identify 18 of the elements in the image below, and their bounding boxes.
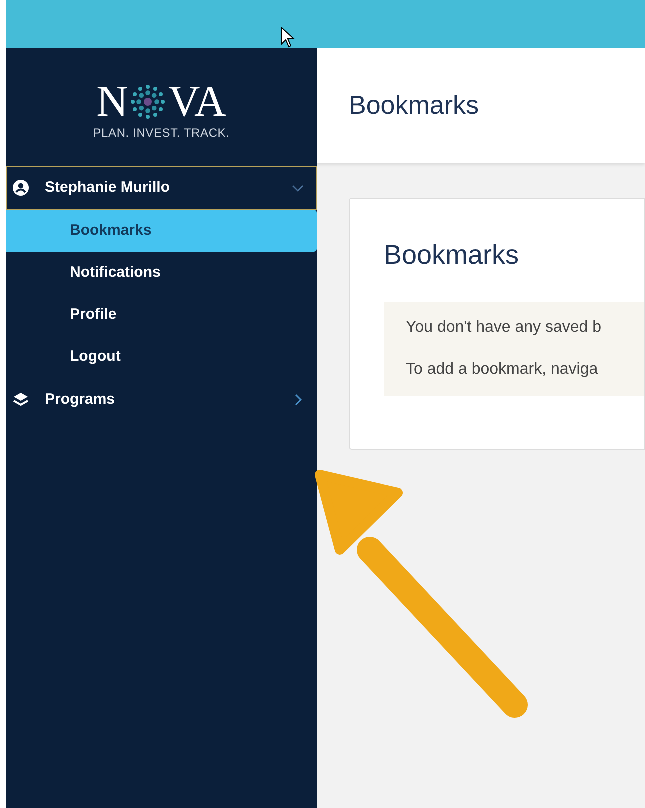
page-title: Bookmarks bbox=[349, 89, 480, 122]
sidebar-item[interactable]: Programs bbox=[6, 378, 317, 422]
logo-text: VA bbox=[168, 80, 226, 124]
submenu-item[interactable]: Bookmarks bbox=[6, 210, 317, 252]
submenu-item[interactable]: Profile bbox=[6, 294, 317, 336]
user-icon bbox=[13, 180, 29, 196]
sidebar-label: Stephanie Murillo bbox=[45, 178, 172, 198]
logo-tagline: PLAN. INVEST. TRACK. bbox=[93, 125, 230, 142]
notice-text: To add a bookmark, naviga bbox=[406, 360, 600, 380]
sidebar-item[interactable]: Stephanie Murillo bbox=[6, 166, 317, 210]
notice-text: You don't have any saved b bbox=[406, 318, 603, 338]
layers-icon bbox=[13, 392, 29, 408]
mouse-cursor-icon bbox=[281, 27, 297, 49]
card-title: Bookmarks bbox=[384, 239, 520, 272]
submenu-item[interactable]: Logout bbox=[6, 336, 317, 378]
logo-text: N bbox=[96, 80, 128, 124]
submenu-item[interactable]: Notifications bbox=[6, 252, 317, 294]
sidebar-label: Programs bbox=[45, 390, 116, 410]
